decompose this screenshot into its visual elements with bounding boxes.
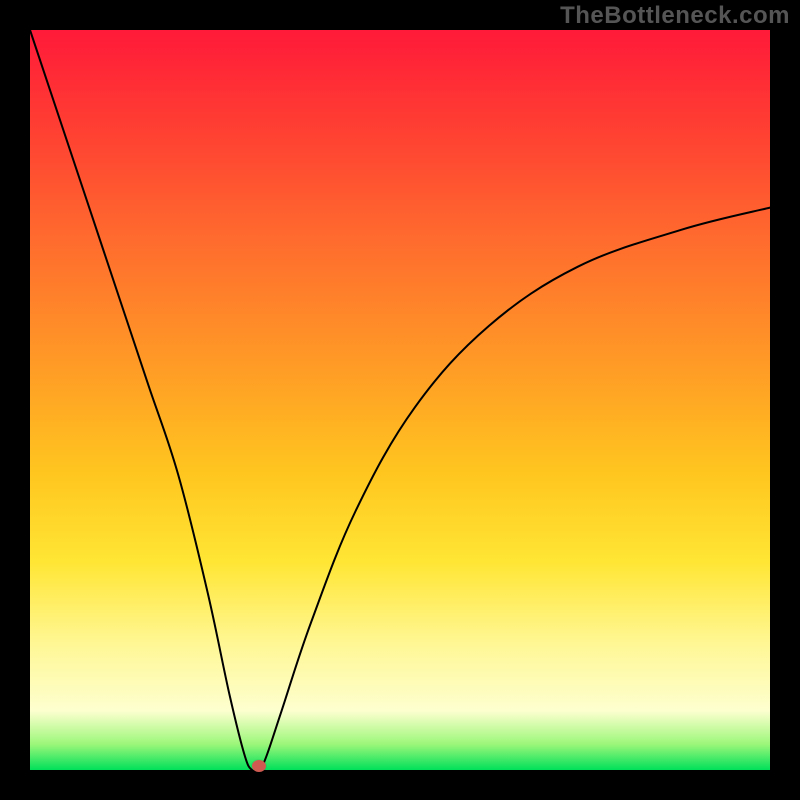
bottleneck-curve	[30, 30, 770, 772]
optimal-point-marker	[252, 760, 266, 772]
watermark-text: TheBottleneck.com	[560, 2, 790, 30]
plot-area	[30, 30, 770, 770]
curve-svg	[30, 30, 770, 770]
chart-frame: TheBottleneck.com	[0, 0, 800, 800]
